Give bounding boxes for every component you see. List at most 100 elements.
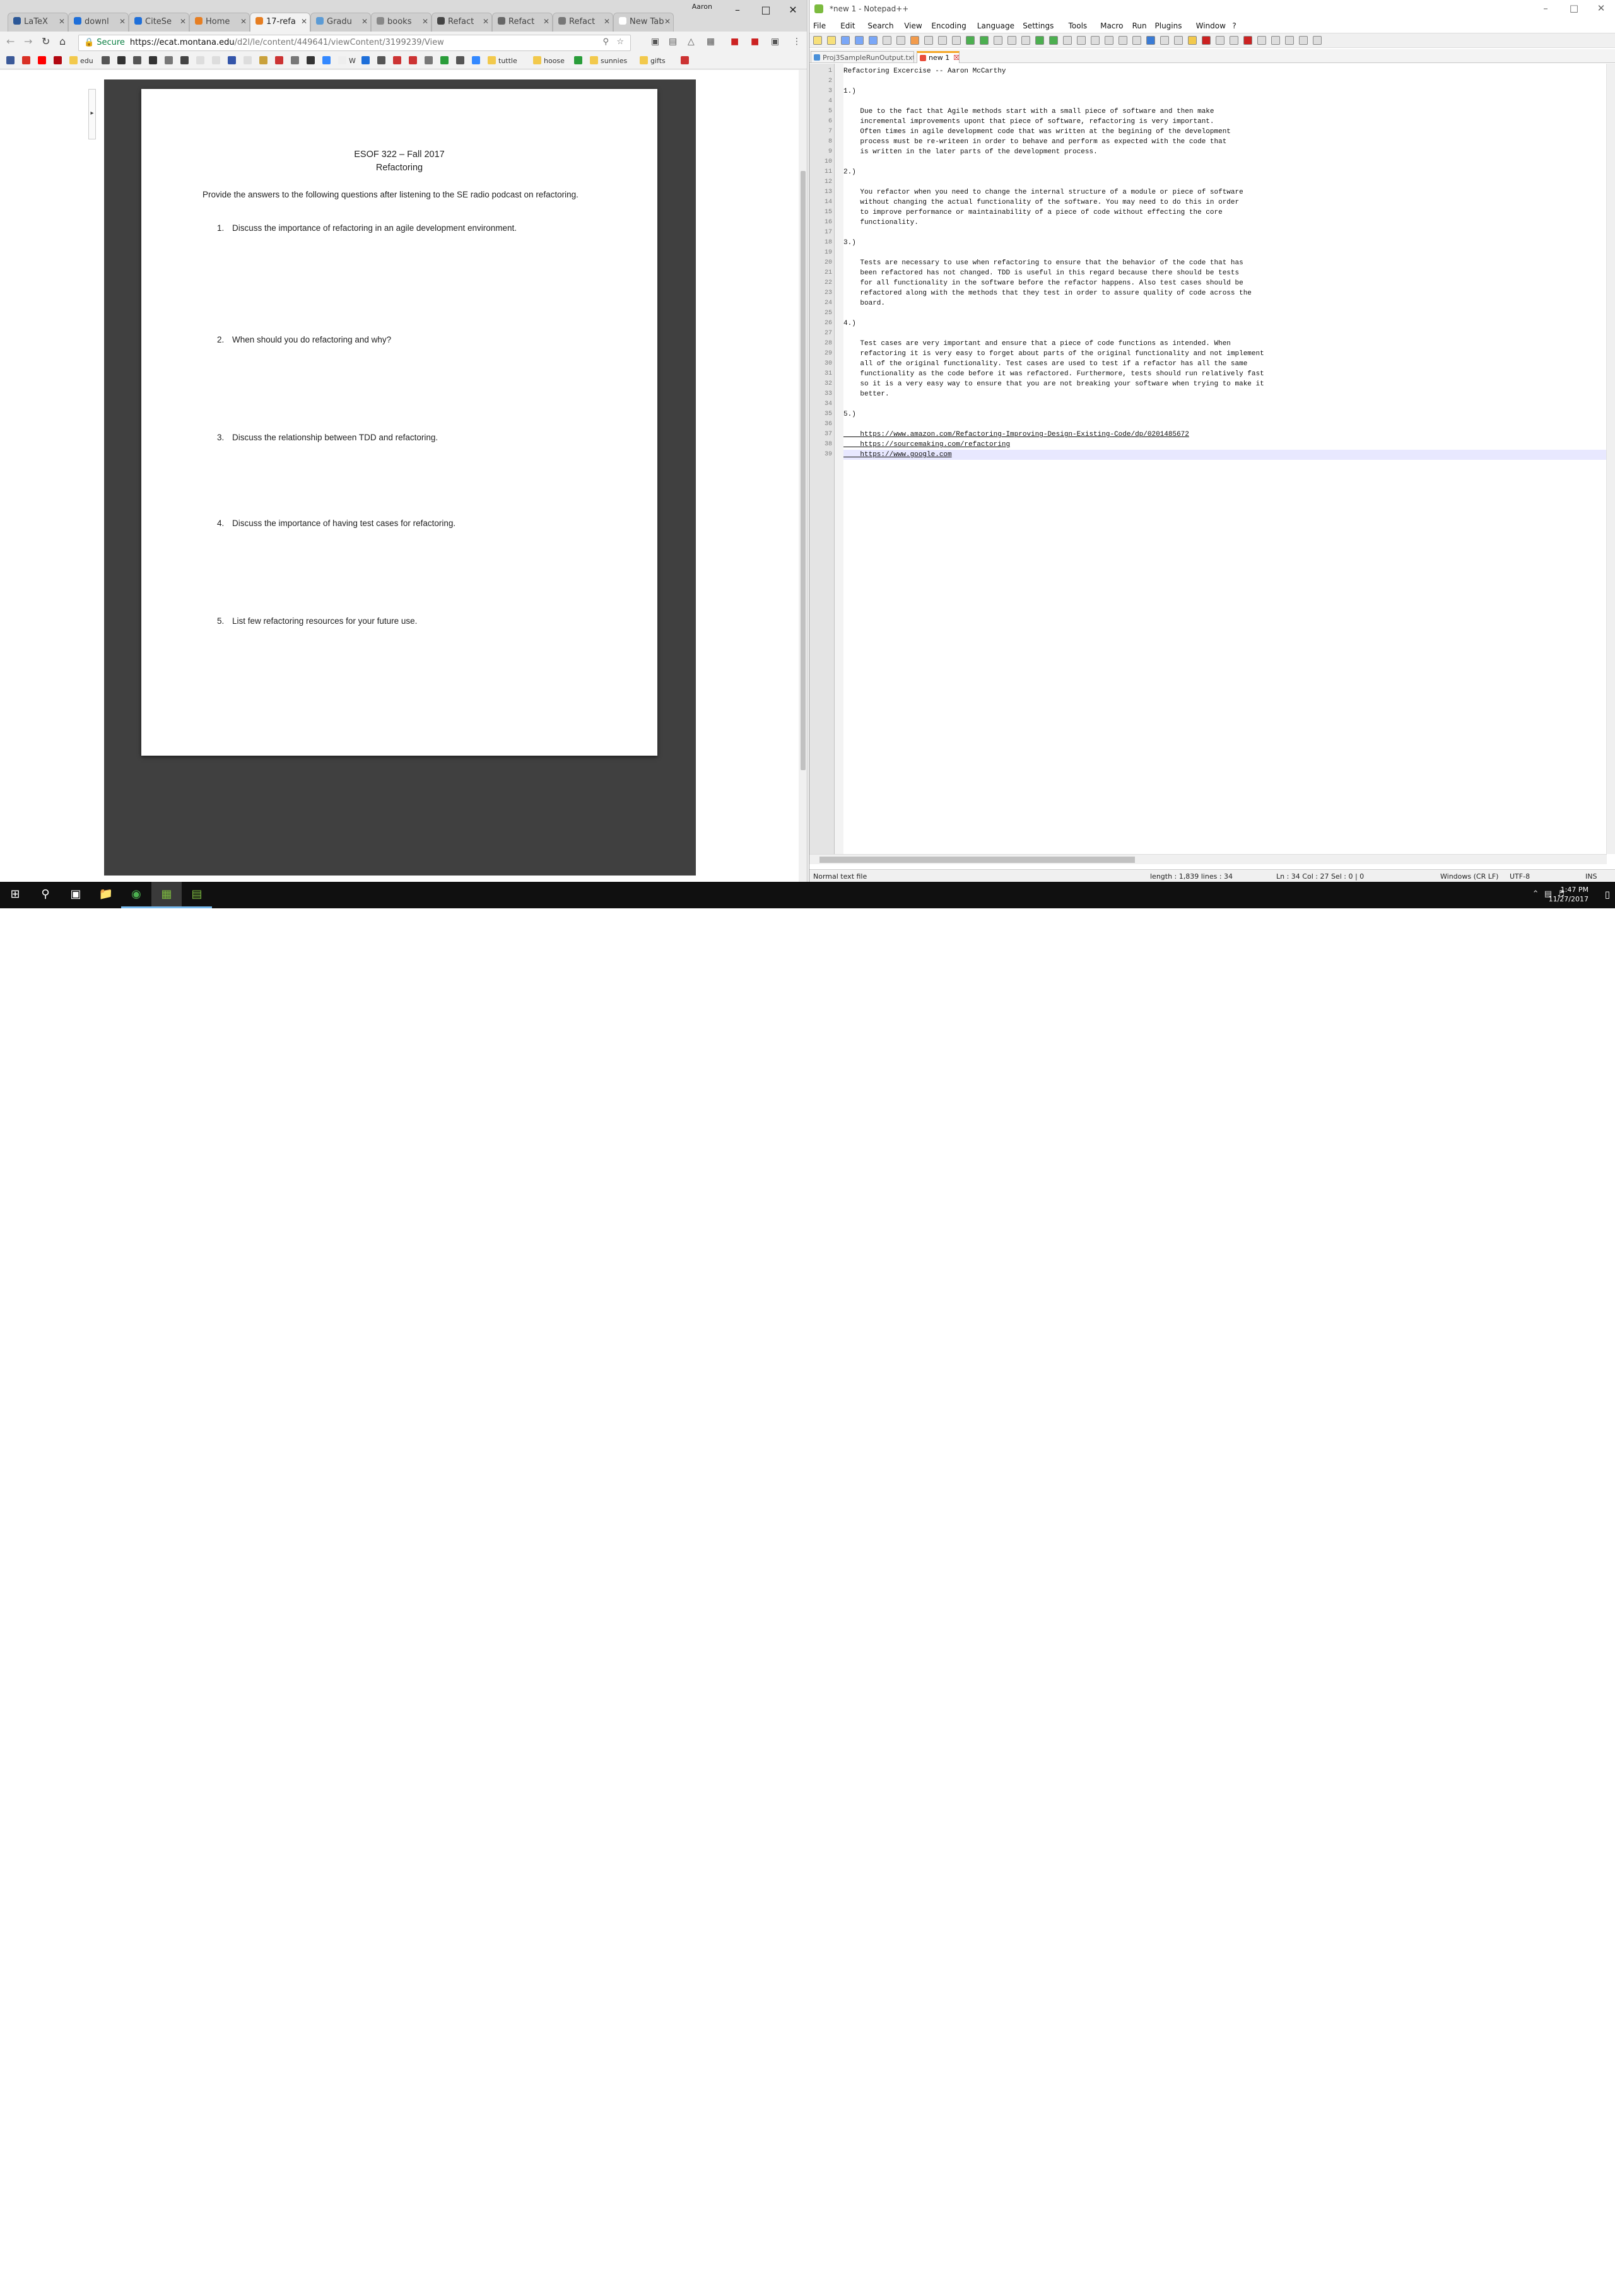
toolbar-button[interactable]: [1230, 36, 1238, 45]
search-icon[interactable]: ⚲: [602, 37, 609, 47]
toolbar-button[interactable]: [869, 36, 878, 45]
menu-item[interactable]: Plugins: [1155, 21, 1182, 30]
tab-close-icon[interactable]: ✕: [604, 17, 610, 26]
toolbar-button[interactable]: [855, 36, 864, 45]
bookmark-item[interactable]: [6, 56, 17, 65]
notifications-icon[interactable]: ▯: [1605, 889, 1610, 900]
maximize-icon[interactable]: □: [1561, 3, 1587, 14]
toolbar-button[interactable]: [1285, 36, 1294, 45]
scrollbar-thumb[interactable]: [801, 171, 806, 770]
close-icon[interactable]: ✕: [780, 4, 806, 16]
url-link[interactable]: https://sourcemaking.com/refactoring: [843, 440, 1010, 450]
menu-item[interactable]: Macro: [1100, 21, 1123, 30]
menu-item[interactable]: View: [904, 21, 922, 30]
browser-tab[interactable]: Home ✕: [189, 13, 250, 32]
bookmark-item[interactable]: [165, 56, 175, 65]
menu-item[interactable]: Window: [1196, 21, 1226, 30]
toolbar-button[interactable]: [910, 36, 919, 45]
browser-tab[interactable]: 17-refa ✕: [250, 13, 310, 32]
toolbar-button[interactable]: [1257, 36, 1266, 45]
url-link[interactable]: https://www.google.com: [843, 450, 951, 460]
bookmark-item[interactable]: [409, 56, 420, 65]
search-icon[interactable]: ⚲: [30, 882, 61, 908]
toolbar-button[interactable]: [1132, 36, 1141, 45]
editor-vertical-scrollbar[interactable]: [1606, 64, 1615, 854]
bookmark-item[interactable]: W: [338, 56, 356, 65]
notepad-taskbar-icon[interactable]: ▤: [182, 882, 212, 908]
browser-tab[interactable]: LaTeX ✕: [8, 13, 68, 32]
toolbar-button[interactable]: [1160, 36, 1169, 45]
menu-item[interactable]: Search: [867, 21, 893, 30]
toolbar-button[interactable]: [1021, 36, 1030, 45]
editor-horizontal-scrollbar[interactable]: [809, 854, 1607, 864]
menu-item[interactable]: Language: [977, 21, 1014, 30]
close-icon[interactable]: ✕: [1589, 3, 1614, 14]
toolbar-button[interactable]: [1271, 36, 1280, 45]
toolbar-button[interactable]: [827, 36, 836, 45]
clock[interactable]: 1:47 PM 11/27/2017: [1549, 885, 1589, 904]
tab-close-icon[interactable]: ✕: [422, 17, 428, 26]
bookmark-item[interactable]: [22, 56, 33, 65]
tab-close-icon[interactable]: ✕: [301, 17, 307, 26]
toolbar-button[interactable]: [1299, 36, 1308, 45]
toolbar-button[interactable]: [994, 36, 1002, 45]
toolbar-button[interactable]: [966, 36, 975, 45]
toolbar-button[interactable]: [1313, 36, 1322, 45]
file-explorer-icon[interactable]: 📁: [91, 882, 121, 908]
browser-tab[interactable]: Refact ✕: [492, 13, 553, 32]
toolbar-button[interactable]: [980, 36, 989, 45]
address-bar[interactable]: 🔒 Secure https://ecat.montana.edu/d2l/le/c…: [78, 35, 631, 51]
extension-icon[interactable]: △: [688, 37, 695, 47]
bookmark-item[interactable]: [196, 56, 207, 65]
text-editor[interactable]: 1 2 3 4 5 6 7 8 9 10 11 12 13 14 15 16 17 18 19 20 21 22 23 24 2…: [809, 64, 1607, 854]
bookmark-item[interactable]: [54, 56, 64, 65]
toolbar-button[interactable]: [1216, 36, 1224, 45]
scrollbar-thumb[interactable]: [819, 857, 1135, 863]
editor-tab[interactable]: new 1 ☒: [917, 51, 960, 63]
menu-item[interactable]: Encoding: [931, 21, 966, 30]
browser-tab[interactable]: downl ✕: [68, 13, 129, 32]
bookmark-item[interactable]: [440, 56, 451, 65]
browser-tab[interactable]: Refact ✕: [432, 13, 492, 32]
toolbar-button[interactable]: [1174, 36, 1183, 45]
menu-item[interactable]: Settings: [1023, 21, 1054, 30]
bookmark-item[interactable]: [275, 56, 286, 65]
bookmark-item[interactable]: gifts: [640, 56, 666, 65]
bookmark-item[interactable]: [472, 56, 483, 65]
tab-close-icon[interactable]: ✕: [180, 17, 186, 26]
bookmark-item[interactable]: [393, 56, 404, 65]
chevron-up-icon[interactable]: ⌃: [1532, 889, 1539, 899]
tab-close-icon[interactable]: ✕: [361, 17, 368, 26]
extension-icon[interactable]: ■: [751, 37, 759, 47]
toolbar-button[interactable]: [1063, 36, 1072, 45]
toolbar-button[interactable]: [1119, 36, 1127, 45]
bookmark-item[interactable]: [574, 56, 585, 65]
bookmark-item[interactable]: [377, 56, 388, 65]
bookmark-item[interactable]: [102, 56, 112, 65]
bookmark-item[interactable]: [228, 56, 238, 65]
bookmark-item[interactable]: [456, 56, 467, 65]
toolbar-button[interactable]: [1188, 36, 1197, 45]
minimize-icon[interactable]: –: [1533, 3, 1558, 14]
menu-item[interactable]: Run: [1132, 21, 1147, 30]
toolbar-button[interactable]: [1105, 36, 1113, 45]
toolbar-button[interactable]: [883, 36, 891, 45]
bookmark-item[interactable]: [212, 56, 223, 65]
profile-name[interactable]: Aaron: [692, 3, 712, 11]
menu-item[interactable]: ?: [1232, 21, 1236, 30]
chrome-taskbar-icon[interactable]: ◉: [121, 882, 151, 908]
bookmark-item[interactable]: [425, 56, 435, 65]
bookmark-item[interactable]: [180, 56, 191, 65]
bookmark-item[interactable]: [117, 56, 128, 65]
close-tab-icon[interactable]: ☒: [953, 54, 959, 62]
extension-icon[interactable]: ▣: [651, 37, 659, 47]
bookmark-item[interactable]: [681, 56, 691, 65]
bookmark-item[interactable]: [244, 56, 254, 65]
editor-tab[interactable]: Proj3SampleRunOutput.txt: [811, 51, 914, 63]
tab-close-icon[interactable]: ✕: [240, 17, 247, 26]
toolbar-button[interactable]: [1077, 36, 1086, 45]
tab-close-icon[interactable]: ✕: [483, 17, 489, 26]
forward-icon[interactable]: →: [24, 35, 32, 47]
toolbar-button[interactable]: [841, 36, 850, 45]
toolbar-button[interactable]: [1091, 36, 1100, 45]
